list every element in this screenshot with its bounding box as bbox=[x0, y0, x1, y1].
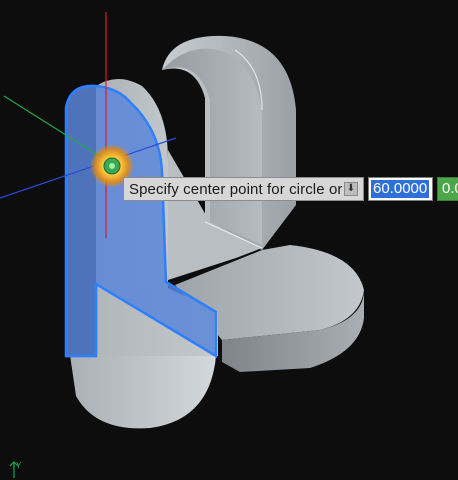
second-coordinate-value[interactable]: 0.0 bbox=[442, 180, 458, 197]
command-prompt-tooltip: Specify center point for circle or ⬇ bbox=[123, 177, 364, 201]
distance-input-value[interactable]: 60.0000 bbox=[371, 180, 430, 198]
distance-input[interactable]: 60.0000 bbox=[368, 177, 433, 201]
3d-viewport[interactable]: Y Specify center point for circle or ⬇ 6… bbox=[0, 0, 458, 480]
second-coordinate-input[interactable]: 0.0 bbox=[437, 177, 458, 201]
command-prompt-text: Specify center point for circle or bbox=[129, 180, 343, 198]
down-arrow-icon[interactable]: ⬇ bbox=[344, 182, 358, 196]
ucs-icon: Y bbox=[9, 461, 22, 478]
model-canvas[interactable]: Y bbox=[0, 0, 458, 480]
svg-text:Y: Y bbox=[16, 461, 22, 470]
